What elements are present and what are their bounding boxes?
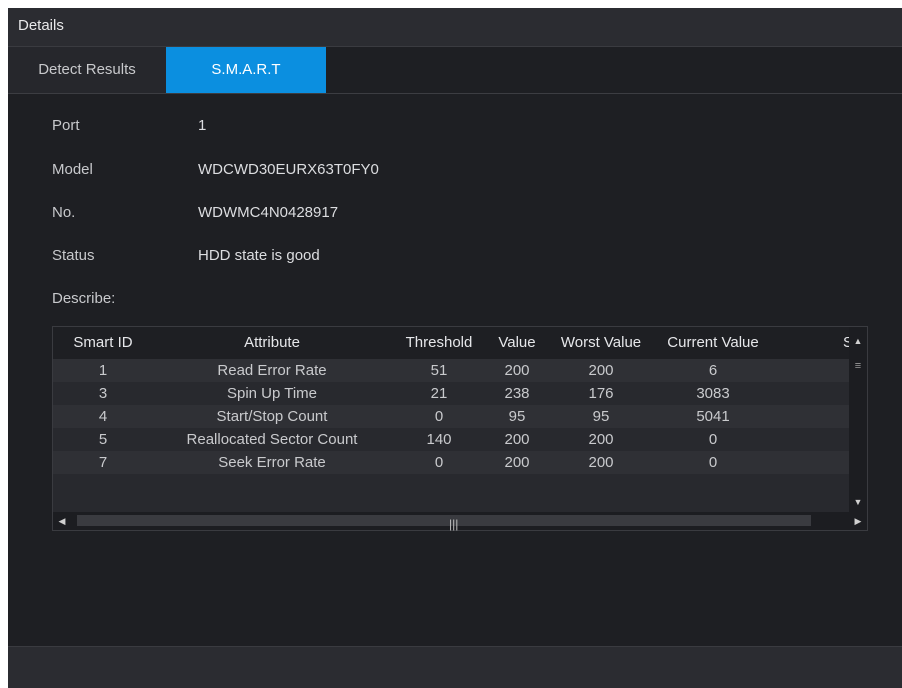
scroll-right-icon[interactable]: ▶	[849, 512, 867, 530]
cell-value: 200	[504, 362, 530, 379]
cell-value: 200	[504, 454, 530, 471]
window-title: Details	[18, 17, 64, 34]
cell-current-value: 5041	[696, 408, 730, 425]
status-label: Status	[52, 247, 95, 264]
status-value: HDD state is good	[198, 247, 320, 264]
header-current-value[interactable]: Current Value	[655, 334, 771, 351]
table-row[interactable]: 7 Seek Error Rate 0 200 200 0	[53, 451, 849, 474]
horizontal-scroll-thumb[interactable]: |||	[77, 515, 811, 531]
describe-label: Describe:	[52, 290, 116, 307]
cell-worst-value: 95	[592, 408, 610, 425]
table-empty-area	[53, 474, 849, 512]
cell-value: 95	[508, 408, 526, 425]
footer-bar	[8, 646, 902, 688]
scroll-up-icon[interactable]: ▲	[849, 333, 867, 349]
header-threshold[interactable]: Threshold	[391, 334, 487, 351]
table-row[interactable]: 5 Reallocated Sector Count 140 200 200 0	[53, 428, 849, 451]
cell-current-value: 0	[708, 431, 718, 448]
number-label: No.	[52, 204, 76, 221]
cell-attribute: Spin Up Time	[226, 385, 318, 402]
model-value: WDCWD30EURX63T0FY0	[198, 161, 379, 178]
header-worst-value[interactable]: Worst Value	[547, 334, 655, 351]
cell-current-value: 0	[708, 454, 718, 471]
cell-worst-value: 200	[588, 431, 614, 448]
table-row[interactable]: 1 Read Error Rate 51 200 200 6	[53, 359, 849, 382]
cell-threshold: 51	[430, 362, 448, 379]
header-status-truncated[interactable]: S	[771, 334, 902, 351]
model-label: Model	[52, 161, 93, 178]
tab-detect-results[interactable]: Detect Results	[8, 47, 167, 93]
smart-table: Smart ID Attribute Threshold Value Worst…	[52, 326, 868, 531]
tab-smart[interactable]: S.M.A.R.T	[166, 47, 326, 93]
port-value: 1	[198, 117, 207, 134]
scroll-left-icon[interactable]: ◀	[53, 512, 71, 530]
cell-attribute: Start/Stop Count	[216, 408, 328, 425]
table-header: Smart ID Attribute Threshold Value Worst…	[53, 327, 853, 359]
tab-bar: Detect Results S.M.A.R.T	[8, 47, 902, 94]
cell-smart-id: 4	[98, 408, 108, 425]
cell-attribute: Read Error Rate	[217, 362, 327, 379]
cell-value: 200	[504, 431, 530, 448]
cell-smart-id: 1	[98, 362, 108, 379]
cell-threshold: 0	[434, 454, 444, 471]
number-value: WDWMC4N0428917	[198, 204, 339, 221]
vertical-scrollbar[interactable]: ▲ ≡ ▼	[849, 327, 867, 512]
scroll-grip-icon[interactable]: ≡	[852, 361, 864, 372]
cell-smart-id: 3	[98, 385, 108, 402]
header-value[interactable]: Value	[487, 334, 547, 351]
cell-value: 238	[504, 385, 530, 402]
cell-attribute: Reallocated Sector Count	[186, 431, 358, 448]
cell-worst-value: 200	[588, 454, 614, 471]
title-bar: Details	[8, 8, 902, 47]
horizontal-scrollbar[interactable]: ◀ ||| ▶	[53, 512, 867, 531]
cell-current-value: 3083	[696, 385, 730, 402]
header-attribute[interactable]: Attribute	[153, 334, 391, 351]
cell-smart-id: 5	[98, 431, 108, 448]
cell-threshold: 0	[434, 408, 444, 425]
cell-current-value: 6	[708, 362, 718, 379]
header-smart-id[interactable]: Smart ID	[53, 334, 153, 351]
details-window: Details Detect Results S.M.A.R.T Port 1 …	[8, 8, 902, 688]
cell-worst-value: 200	[588, 362, 614, 379]
cell-attribute: Seek Error Rate	[218, 454, 326, 471]
port-label: Port	[52, 117, 80, 134]
scroll-down-icon[interactable]: ▼	[849, 494, 867, 510]
table-row[interactable]: 3 Spin Up Time 21 238 176 3083	[53, 382, 849, 405]
cell-threshold: 140	[426, 431, 452, 448]
cell-threshold: 21	[430, 385, 448, 402]
cell-worst-value: 176	[588, 385, 614, 402]
scroll-grip-icon[interactable]: |||	[449, 517, 458, 531]
cell-smart-id: 7	[98, 454, 108, 471]
table-row[interactable]: 4 Start/Stop Count 0 95 95 5041	[53, 405, 849, 428]
